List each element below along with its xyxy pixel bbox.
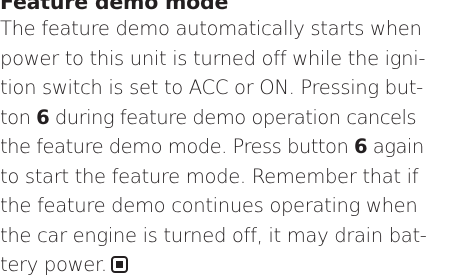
- paragraph-line-9-text: tery power.: [0, 253, 107, 276]
- end-of-section-icon: [110, 256, 128, 273]
- paragraph-line-7: the feature demo continues operating whe…: [0, 194, 418, 217]
- line-5-start: the feature demo mode. Press button: [0, 135, 355, 158]
- button-number-bold: 6: [36, 105, 50, 129]
- line-4-start: ton: [0, 105, 37, 129]
- document-page: Feature demo mode The feature demo autom…: [0, 0, 449, 280]
- paragraph-line-3: tion switch is set to ACC or ON. Pressin…: [0, 76, 423, 99]
- line-5-end: again: [367, 135, 424, 158]
- section-heading: Feature demo mode: [0, 0, 229, 14]
- paragraph-line-8: the car engine is turned off, it may dra…: [0, 223, 427, 247]
- section-paragraph: The feature demo automatically starts wh…: [0, 14, 449, 280]
- paragraph-line-6: to start the feature mode. Remember that…: [0, 164, 419, 188]
- paragraph-line-9: tery power.: [0, 250, 449, 280]
- button-number-bold: 6: [354, 135, 368, 158]
- line-4-end: during feature demo operation cancels: [49, 105, 417, 129]
- paragraph-line-5: the feature demo mode. Press button 6 ag…: [0, 132, 449, 162]
- paragraph-line-2: power to this unit is turned off while t…: [0, 46, 426, 70]
- paragraph-line-1: The feature demo automatically starts wh…: [0, 17, 422, 40]
- paragraph-line-4: ton 6 during feature demo operation canc…: [0, 103, 449, 133]
